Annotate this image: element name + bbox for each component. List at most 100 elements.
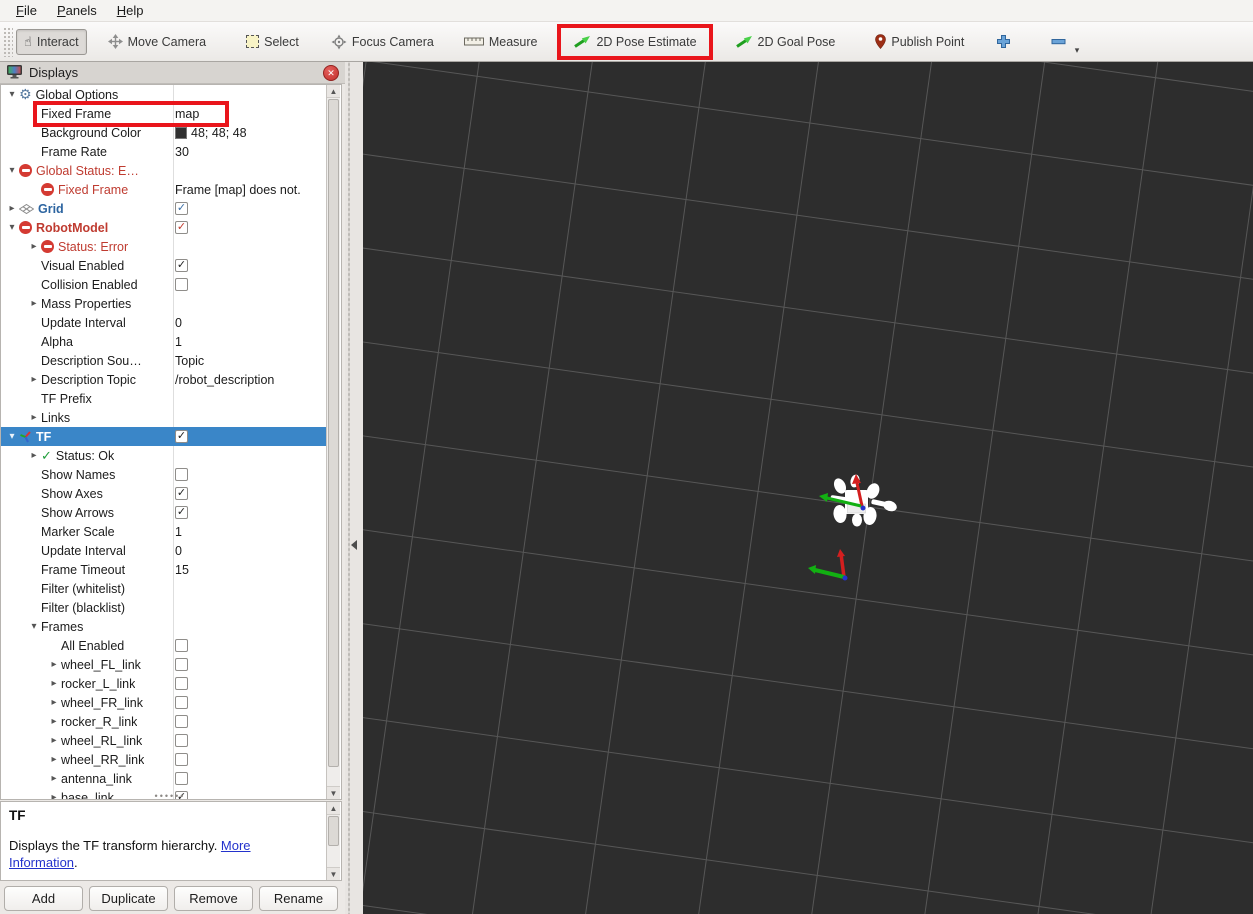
tree-row-description-topic[interactable]: ▸Description Topic/robot_description — [1, 370, 327, 389]
scroll-down-icon[interactable]: ▼ — [327, 867, 340, 880]
scrollbar-thumb[interactable] — [328, 816, 339, 846]
row-value[interactable]: 0 — [175, 544, 182, 558]
tree-row-filter-blacklist[interactable]: Filter (blacklist) — [1, 598, 327, 617]
tree-row-status-error[interactable]: ▸Status: Error — [1, 237, 327, 256]
row-value[interactable]: 1 — [175, 525, 182, 539]
expander-closed-icon[interactable]: ▸ — [27, 450, 41, 461]
expander-closed-icon[interactable]: ▸ — [47, 773, 61, 784]
checkbox-unchecked[interactable] — [175, 753, 188, 766]
tool-2d-pose-estimate[interactable]: 2D Pose Estimate — [566, 30, 703, 54]
tree-row-global-options[interactable]: ▾⚙Global Options — [1, 85, 327, 104]
checkbox-unchecked[interactable] — [175, 677, 188, 690]
dropdown-caret-icon[interactable]: ▾ — [1075, 45, 1080, 56]
tree-row-wheel-rr-link[interactable]: ▸wheel_RR_link — [1, 750, 327, 769]
row-value[interactable]: 1 — [175, 335, 182, 349]
tool-move-camera[interactable]: Move Camera — [101, 29, 214, 54]
menu-panels[interactable]: Panels — [47, 1, 107, 20]
expander-open-icon[interactable]: ▾ — [5, 89, 19, 100]
checkbox-unchecked[interactable] — [175, 772, 188, 785]
tree-row-visual-enabled[interactable]: Visual Enabled✓ — [1, 256, 327, 275]
tree-row-mass-properties[interactable]: ▸Mass Properties — [1, 294, 327, 313]
tree-row-frames[interactable]: ▾Frames — [1, 617, 327, 636]
tool-2d-goal-pose[interactable]: 2D Goal Pose — [728, 30, 843, 54]
tree-row-alpha[interactable]: Alpha1 — [1, 332, 327, 351]
row-value[interactable]: Frame [map] does not. — [175, 183, 301, 197]
render-viewport[interactable] — [363, 62, 1253, 914]
tree-row-tf[interactable]: ▾TF✓ — [1, 427, 327, 446]
scroll-down-icon[interactable]: ▼ — [327, 786, 340, 799]
expander-closed-icon[interactable]: ▸ — [47, 678, 61, 689]
tree-row-links[interactable]: ▸Links — [1, 408, 327, 427]
tree-row-frame-timeout[interactable]: Frame Timeout15 — [1, 560, 327, 579]
duplicate-button[interactable]: Duplicate — [89, 886, 168, 911]
tree-row-tf-prefix[interactable]: TF Prefix — [1, 389, 327, 408]
expander-closed-icon[interactable]: ▸ — [27, 298, 41, 309]
tree-row-all-enabled[interactable]: All Enabled — [1, 636, 327, 655]
tree-row-marker-scale[interactable]: Marker Scale1 — [1, 522, 327, 541]
checkbox-unchecked[interactable] — [175, 278, 188, 291]
rename-button[interactable]: Rename — [259, 886, 338, 911]
tree-row-frame-rate[interactable]: Frame Rate30 — [1, 142, 327, 161]
row-value[interactable]: 48; 48; 48 — [191, 126, 247, 140]
tool-publish-point[interactable]: Publish Point — [868, 29, 971, 54]
checkbox-unchecked[interactable] — [175, 715, 188, 728]
tool-select[interactable]: Select — [239, 30, 306, 54]
toolbar-grip[interactable] — [3, 27, 13, 57]
panel-splitter[interactable] — [345, 62, 363, 914]
tree-row-fixed-frame[interactable]: Fixed Framemap — [1, 104, 327, 123]
tool-focus-camera[interactable]: Focus Camera — [324, 29, 441, 55]
row-value[interactable]: /robot_description — [175, 373, 274, 387]
checkbox-unchecked[interactable] — [175, 734, 188, 747]
tree-row-collision-enabled[interactable]: Collision Enabled — [1, 275, 327, 294]
tool-remove-tool[interactable]: ▾ — [1044, 29, 1073, 54]
checkbox-unchecked[interactable] — [175, 468, 188, 481]
tree-row-show-arrows[interactable]: Show Arrows✓ — [1, 503, 327, 522]
checkbox-checked[interactable]: ✓ — [175, 487, 188, 500]
tree-row-antenna-link[interactable]: ▸antenna_link — [1, 769, 327, 788]
expander-open-icon[interactable]: ▾ — [5, 222, 19, 233]
tree-row-rocker-l-link[interactable]: ▸rocker_L_link — [1, 674, 327, 693]
tree-row-grid[interactable]: ▸Grid✓ — [1, 199, 327, 218]
expander-closed-icon[interactable]: ▸ — [47, 659, 61, 670]
scroll-up-icon[interactable]: ▲ — [327, 802, 340, 815]
checkbox-checked[interactable]: ✓ — [175, 221, 188, 234]
expander-closed-icon[interactable]: ▸ — [47, 754, 61, 765]
row-value[interactable]: 0 — [175, 316, 182, 330]
tree-row-update-interval[interactable]: Update Interval0 — [1, 313, 327, 332]
tree-row-wheel-rl-link[interactable]: ▸wheel_RL_link — [1, 731, 327, 750]
checkbox-unchecked[interactable] — [175, 696, 188, 709]
menu-help[interactable]: Help — [107, 1, 154, 20]
tree-row-update-interval[interactable]: Update Interval0 — [1, 541, 327, 560]
expander-closed-icon[interactable]: ▸ — [5, 203, 19, 214]
tree-row-wheel-fl-link[interactable]: ▸wheel_FL_link — [1, 655, 327, 674]
scrollbar-thumb[interactable] — [328, 99, 339, 767]
tree-row-rocker-r-link[interactable]: ▸rocker_R_link — [1, 712, 327, 731]
tree-row-description-sou[interactable]: Description Sou…Topic — [1, 351, 327, 370]
remove-button[interactable]: Remove — [174, 886, 253, 911]
tree-row-robotmodel[interactable]: ▾RobotModel✓ — [1, 218, 327, 237]
expander-closed-icon[interactable]: ▸ — [47, 697, 61, 708]
checkbox-checked[interactable]: ✓ — [175, 202, 188, 215]
checkbox-unchecked[interactable] — [175, 658, 188, 671]
row-value[interactable]: Topic — [175, 354, 204, 368]
expander-open-icon[interactable]: ▾ — [5, 165, 19, 176]
collapse-panel-icon[interactable] — [351, 540, 357, 550]
expander-closed-icon[interactable]: ▸ — [27, 241, 41, 252]
add-button[interactable]: Add — [4, 886, 83, 911]
menu-file[interactable]: File — [6, 1, 47, 20]
help-panel-scrollbar[interactable]: ▲ ▼ — [326, 802, 340, 880]
row-value[interactable]: 15 — [175, 563, 189, 577]
row-value[interactable]: 30 — [175, 145, 189, 159]
displays-tree-scrollbar[interactable]: ▲ ▼ — [326, 85, 340, 799]
panel-resize-grip[interactable]: •••••• — [140, 791, 200, 801]
checkbox-checked[interactable]: ✓ — [175, 430, 188, 443]
expander-closed-icon[interactable]: ▸ — [27, 412, 41, 423]
scroll-up-icon[interactable]: ▲ — [327, 85, 340, 98]
tree-row-show-axes[interactable]: Show Axes✓ — [1, 484, 327, 503]
close-icon[interactable]: ✕ — [323, 65, 339, 81]
tree-row-show-names[interactable]: Show Names — [1, 465, 327, 484]
expander-closed-icon[interactable]: ▸ — [47, 735, 61, 746]
tree-row-wheel-fr-link[interactable]: ▸wheel_FR_link — [1, 693, 327, 712]
tree-row-fixed-frame[interactable]: Fixed FrameFrame [map] does not. — [1, 180, 327, 199]
tree-row-status-ok[interactable]: ▸✓Status: Ok — [1, 446, 327, 465]
